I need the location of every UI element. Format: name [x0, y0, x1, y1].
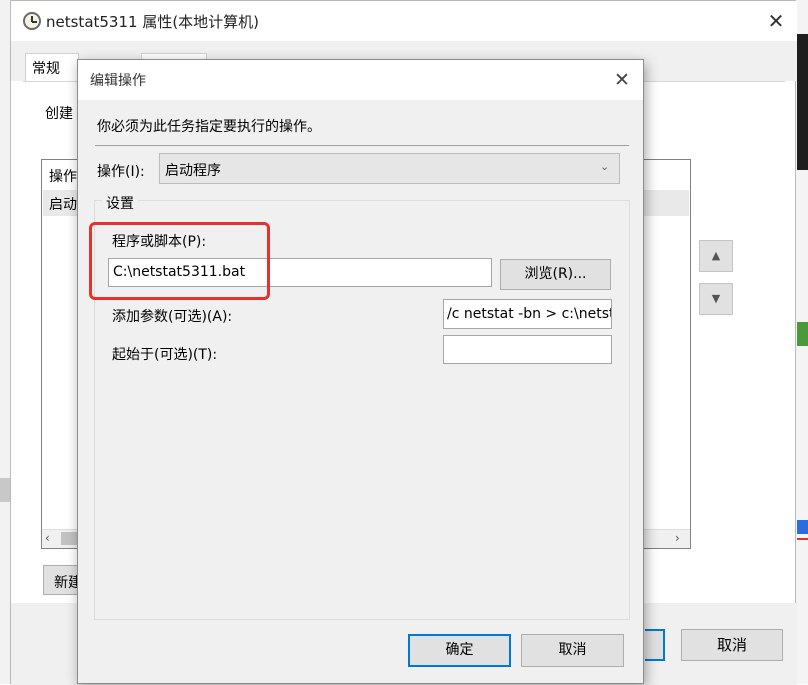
start-in-label: 起始于(可选)(T):	[112, 347, 218, 363]
dialog-close-button[interactable]: ✕	[608, 66, 636, 94]
parent-cancel-button[interactable]: 取消	[681, 629, 783, 661]
dialog-separator	[95, 145, 629, 146]
move-up-button[interactable]: ▲	[699, 240, 733, 272]
background-window-fragment	[797, 322, 808, 346]
dialog-title: 编辑操作	[90, 73, 146, 89]
settings-legend: 设置	[102, 193, 138, 213]
cancel-button[interactable]: 取消	[521, 634, 624, 667]
start-in-input[interactable]	[443, 335, 612, 364]
move-down-button[interactable]: ▼	[699, 283, 733, 315]
dialog-instruction: 你必须为此任务指定要执行的操作。	[97, 119, 321, 135]
chevron-down-icon[interactable]: ⌄	[600, 160, 609, 173]
parent-ok-button[interactable]	[645, 629, 665, 661]
arguments-input[interactable]: /c netstat -bn > c:\netst	[443, 299, 612, 329]
actions-list-row-text: 启动	[49, 197, 77, 213]
desktop-background-strip	[0, 478, 10, 502]
desktop-background-left	[0, 0, 10, 684]
background-terminal-window	[797, 34, 808, 170]
red-highlight-annotation	[89, 222, 270, 300]
parent-window-title: netstat5311 属性(本地计算机)	[46, 13, 260, 31]
dialog-title-bar: 编辑操作 ✕	[78, 60, 643, 100]
triangle-up-icon: ▲	[711, 249, 721, 262]
background-window-fragment	[797, 520, 808, 534]
actions-list-header[interactable]: 操作	[49, 166, 77, 186]
action-select[interactable]: 启动程序	[159, 153, 620, 184]
background-window-fragment	[797, 538, 808, 540]
edit-action-dialog: 编辑操作 ✕ 你必须为此任务指定要执行的操作。 操作(I): 启动程序 ⌄ 设置…	[77, 59, 644, 684]
arguments-label: 添加参数(可选)(A):	[112, 309, 233, 325]
browse-button[interactable]: 浏览(R)...	[500, 259, 611, 290]
triangle-down-icon: ▼	[711, 292, 721, 305]
scroll-left-icon[interactable]: ‹	[45, 531, 50, 545]
scroll-right-icon[interactable]: ›	[675, 531, 680, 545]
clock-icon	[23, 12, 41, 30]
tab-general[interactable]: 常规	[25, 53, 79, 82]
parent-close-button[interactable]: ✕	[763, 9, 789, 33]
parent-description: 创建	[45, 106, 73, 122]
parent-title-bar: netstat5311 属性(本地计算机) ✕	[11, 1, 797, 41]
action-label: 操作(I):	[97, 164, 145, 180]
ok-button[interactable]: 确定	[408, 634, 511, 667]
